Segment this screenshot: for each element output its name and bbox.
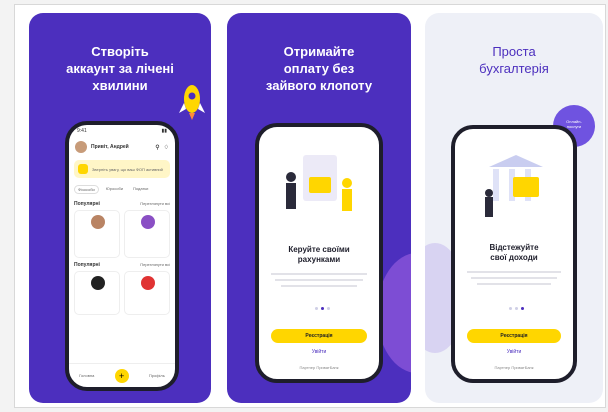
bank-partner: Партнер ПриватБанк [299, 365, 339, 370]
login-link[interactable]: Увійти [259, 349, 379, 355]
card-title: Проста бухгалтерія [479, 44, 549, 76]
tab-taxes[interactable]: Податки [130, 185, 151, 194]
promo-card-1: Створіть аккаунт за лічені хвилини 9:41 … [29, 13, 211, 403]
search-icon[interactable]: ⚲ [155, 144, 159, 151]
bank-partner: Партнер ПриватБанк [494, 365, 534, 370]
screenshot-frame: Створіть аккаунт за лічені хвилини 9:41 … [14, 4, 606, 408]
pager-dot-active [321, 307, 324, 310]
service-card[interactable] [74, 271, 120, 315]
notice-banner[interactable]: Зверніть увагу, що ваш ФОП активний [74, 160, 170, 178]
see-all-link[interactable]: Переглянути всі [140, 262, 170, 268]
logo [141, 276, 155, 290]
service-card[interactable] [124, 271, 170, 315]
bank-illustration [485, 155, 543, 217]
avatar[interactable] [75, 141, 87, 153]
tab-individuals[interactable]: Фізособи [74, 185, 99, 194]
phone-mockup: Відстежуйте свої доходи Реєстрація Увійт… [451, 125, 577, 383]
screen-description [271, 269, 367, 291]
status-time: 9:41 [77, 128, 87, 134]
add-button[interactable]: + [114, 368, 129, 383]
status-bar: 9:41 ▮▮ [69, 125, 175, 137]
section-header-1: Популярні Переглянути всі [69, 198, 175, 210]
battery-icon: ▮▮ [161, 128, 167, 134]
see-all-link[interactable]: Переглянути всі [140, 201, 170, 207]
section-header-2: Популярні Переглянути всі [69, 258, 175, 271]
bell-icon[interactable]: ♢ [164, 144, 169, 151]
section-title: Популярні [74, 262, 100, 268]
key-icon [78, 164, 88, 174]
service-row-1 [69, 210, 175, 258]
promo-card-2: Отримайте оплату без зайвого клопоту Кер… [227, 13, 411, 403]
pager-dot [509, 307, 512, 310]
nav-profile[interactable]: Профіль [149, 373, 165, 378]
screen-heading: Керуйте своїми рахунками [288, 245, 350, 264]
register-button[interactable]: Реєстрація [271, 329, 367, 343]
phone-mockup: 9:41 ▮▮ Привіт, Андрей ⚲ ♢ Зверніть уваг… [65, 121, 179, 391]
pager-dot [515, 307, 518, 310]
section-title: Популярні [74, 201, 100, 207]
profile-header: Привіт, Андрей ⚲ ♢ [69, 137, 175, 157]
service-card[interactable] [74, 210, 120, 258]
service-row-2 [69, 271, 175, 315]
pager-dots [509, 307, 524, 310]
greeting-text: Привіт, Андрей [91, 144, 129, 150]
promo-card-3: Проста бухгалтерія Онлайн- послуги Відст… [425, 13, 603, 403]
rocket-icon [179, 85, 205, 120]
tab-legal[interactable]: Юрособи [103, 185, 126, 194]
banner-text: Зверніть увагу, що ваш ФОП активний [92, 166, 163, 172]
service-card[interactable] [124, 210, 170, 258]
avatar [91, 215, 105, 229]
register-button[interactable]: Реєстрація [467, 329, 561, 343]
bottom-nav: Головна + Профіль [69, 363, 175, 387]
login-link[interactable]: Увійти [455, 349, 573, 355]
logo [91, 276, 105, 290]
pager-dot [327, 307, 330, 310]
pager-dot-active [521, 307, 524, 310]
nav-home[interactable]: Головна [79, 373, 94, 378]
phone-mockup: Керуйте своїми рахунками Реєстрація Увій… [255, 123, 383, 383]
card-title: Отримайте оплату без зайвого клопоту [265, 44, 373, 93]
screen-description [467, 267, 561, 289]
avatar [141, 215, 155, 229]
filter-tabs: Фізособи Юрособи Податки [69, 181, 175, 198]
pager-dot [315, 307, 318, 310]
screen-heading: Відстежуйте свої доходи [489, 243, 539, 262]
pager-dots [315, 307, 330, 310]
payment-illustration [286, 155, 352, 211]
